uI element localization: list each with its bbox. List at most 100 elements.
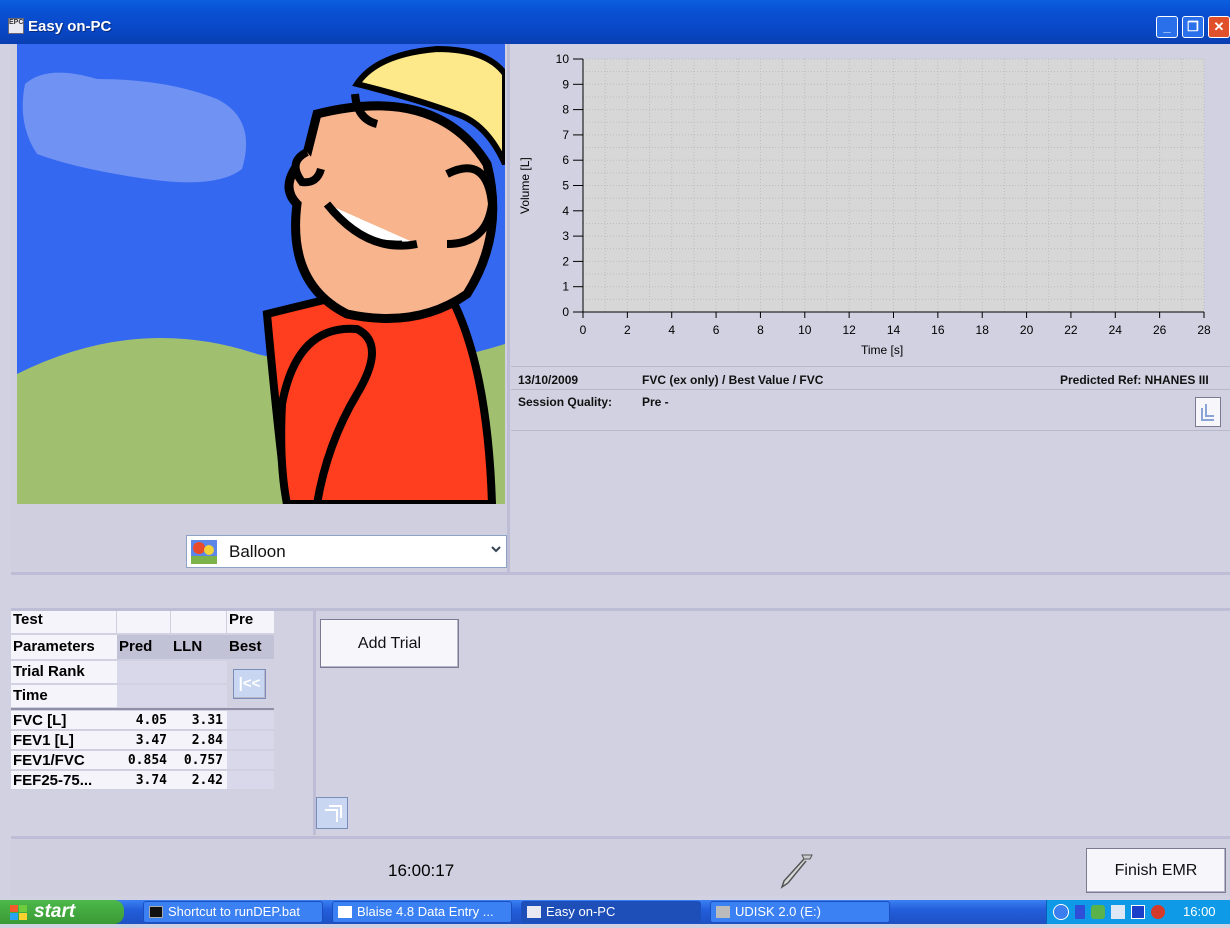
tray-icon[interactable] <box>1075 905 1085 919</box>
windows-logo-icon <box>10 904 28 920</box>
y-tick-label: 1 <box>562 280 569 294</box>
header-test: Test <box>11 611 117 633</box>
table-header-row: Test Pre <box>11 611 274 633</box>
minimize-button[interactable]: _ <box>1156 16 1178 38</box>
x-tick-label: 26 <box>1153 323 1167 337</box>
spirometer-icon <box>774 851 814 891</box>
task-rundep[interactable]: Shortcut to runDEP.bat <box>143 901 323 923</box>
x-tick-label: 18 <box>976 323 990 337</box>
y-tick-label: 6 <box>562 153 569 167</box>
y-tick-label: 10 <box>556 52 570 66</box>
test-info-panel: 13/10/2009 FVC (ex only) / Best Value / … <box>511 366 1230 572</box>
status-bar: 16:00:17 Finish EMR <box>11 836 1230 896</box>
cell-best <box>227 751 274 770</box>
add-trial-button[interactable]: Add Trial <box>320 619 459 668</box>
x-tick-label: 10 <box>798 323 812 337</box>
cell-best <box>227 731 274 750</box>
table-divider <box>11 708 274 710</box>
x-tick-label: 2 <box>624 323 631 337</box>
x-tick-label: 16 <box>931 323 945 337</box>
x-tick-label: 0 <box>580 323 587 337</box>
first-trial-button[interactable]: |<< <box>233 669 266 699</box>
task-blaise[interactable]: Blaise 4.8 Data Entry ... <box>332 901 512 923</box>
drive-icon <box>716 906 730 918</box>
y-tick-label: 9 <box>562 77 569 91</box>
cell-pred: 0.854 <box>117 751 171 770</box>
header-parameters: Parameters <box>11 635 117 659</box>
time-label: Time <box>11 685 117 707</box>
cell-lln: 2.42 <box>171 771 227 790</box>
y-tick-label: 7 <box>562 128 569 142</box>
expand-icon[interactable] <box>1195 397 1221 427</box>
header-lln: LLN <box>171 635 227 659</box>
trial-rank-label: Trial Rank <box>11 661 117 683</box>
close-button[interactable]: ✕ <box>1208 16 1230 38</box>
session-quality-value: Pre - <box>642 395 669 409</box>
start-label: start <box>34 901 76 922</box>
cell-best <box>227 711 274 730</box>
section-divider <box>11 572 1230 575</box>
y-tick-label: 2 <box>562 254 569 268</box>
x-tick-label: 6 <box>713 323 720 337</box>
x-tick-label: 12 <box>842 323 856 337</box>
header-best: Best <box>227 635 274 659</box>
x-tick-label: 4 <box>668 323 675 337</box>
task-label: Easy on-PC <box>546 904 616 919</box>
start-button[interactable]: start <box>0 900 124 924</box>
x-tick-label: 28 <box>1197 323 1211 337</box>
balloon-icon <box>191 540 217 564</box>
table-row: FEV1/FVC 0.854 0.757 <box>11 751 274 770</box>
task-label: Shortcut to runDEP.bat <box>168 904 301 919</box>
animation-select[interactable]: Balloon <box>186 535 507 568</box>
tray-expand-icon[interactable] <box>1053 904 1069 920</box>
cell-param: FEV1 [L] <box>11 731 117 750</box>
clock-display: 16:00:17 <box>388 861 455 880</box>
cell-param: FVC [L] <box>11 711 117 730</box>
title-bar: EPC Easy on-PC _ ❐ ✕ <box>0 0 1230 44</box>
header-blank-2 <box>171 611 227 633</box>
cell-param: FEV1/FVC <box>11 751 117 770</box>
restore-button[interactable]: ❐ <box>1182 16 1204 38</box>
tray-icon[interactable] <box>1131 905 1145 919</box>
header-pred: Pred <box>117 635 171 659</box>
task-udisk[interactable]: UDISK 2.0 (E:) <box>710 901 890 923</box>
x-tick-label: 22 <box>1064 323 1078 337</box>
collapse-icon[interactable] <box>316 797 348 829</box>
y-axis-label: Volume [L] <box>518 157 532 214</box>
chevron-down-icon[interactable] <box>487 538 504 565</box>
info-divider <box>511 389 1230 390</box>
animation-select-value: Balloon <box>229 542 286 561</box>
cell-pred: 3.74 <box>117 771 171 790</box>
header-pre: Pre <box>229 611 254 628</box>
app-icon: EPC <box>8 18 24 34</box>
task-label: UDISK 2.0 (E:) <box>735 904 821 919</box>
tray-clock: 16:00 <box>1183 904 1216 919</box>
blaise-icon <box>338 906 352 918</box>
console-icon <box>149 906 163 918</box>
task-easy-on-pc[interactable]: Easy on-PC <box>521 901 701 923</box>
table-row: FVC [L] 4.05 3.31 <box>11 711 274 730</box>
tray-icon[interactable] <box>1111 905 1125 919</box>
cell-lln: 2.84 <box>171 731 227 750</box>
cell-pred: 4.05 <box>117 711 171 730</box>
cell-lln: 3.31 <box>171 711 227 730</box>
incentive-animation <box>17 44 505 504</box>
y-tick-label: 8 <box>562 103 569 117</box>
bluetooth-icon[interactable] <box>1151 905 1165 919</box>
epc-icon <box>527 906 541 918</box>
tray-icon[interactable] <box>1091 905 1105 919</box>
volume-time-chart: 0 2 4 6 8 10 12 14 16 18 20 22 24 26 28 0 1 2 3 4 5 6 7 8 9 10 T… <box>511 44 1230 366</box>
cell-lln: 0.757 <box>171 751 227 770</box>
animation-panel <box>11 44 510 572</box>
y-tick-label: 5 <box>562 179 569 193</box>
x-tick-label: 14 <box>887 323 901 337</box>
cell-best <box>227 771 274 790</box>
x-axis-label: Time [s] <box>861 343 903 357</box>
y-tick-label: 4 <box>562 204 569 218</box>
finish-emr-button[interactable]: Finish EMR <box>1086 848 1226 893</box>
first-trial-icon: |<< <box>238 675 261 692</box>
x-tick-label: 24 <box>1109 323 1123 337</box>
y-tick-label: 0 <box>562 305 569 319</box>
table-row: FEV1 [L] 3.47 2.84 <box>11 731 274 750</box>
predicted-ref: Predicted Ref: NHANES III <box>1060 373 1209 387</box>
